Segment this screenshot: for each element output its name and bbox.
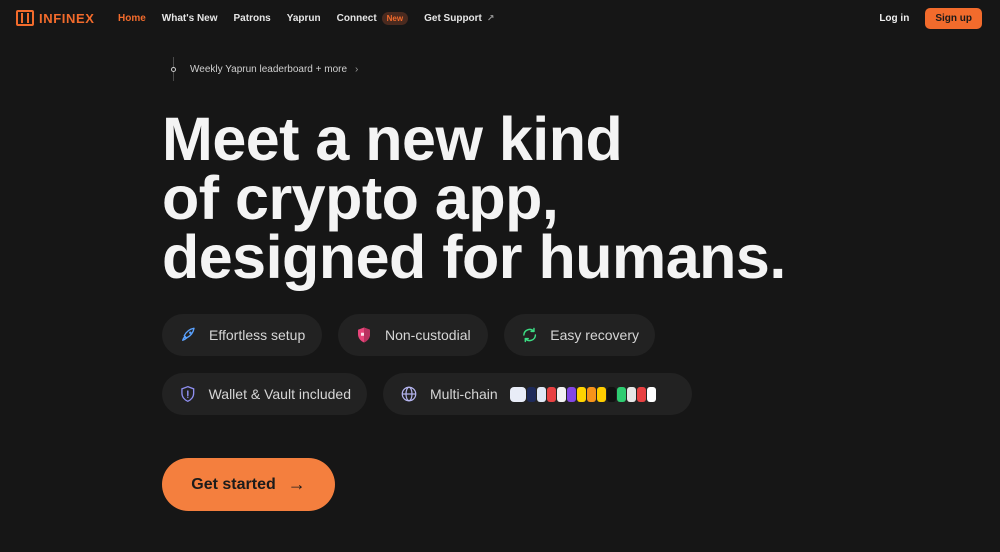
signup-button[interactable]: Sign up: [925, 8, 982, 29]
nav-yaprun-label: Yaprun: [286, 12, 321, 24]
nav-actions: Log in Sign up: [879, 8, 982, 29]
top-nav: INFINEX Home What's New Patrons Yaprun C…: [0, 0, 1000, 36]
feature-non-custodial: Non-custodial: [338, 314, 488, 356]
nav-get-support-label: Get Support: [424, 12, 482, 24]
chain-logo-icon: [616, 386, 626, 402]
hero-line-1: Meet a new kind: [162, 105, 623, 173]
vault-shield-icon: [181, 385, 195, 403]
announcement-text: Weekly Yaprun leaderboard + more: [190, 63, 348, 75]
feature-label: Effortless setup: [209, 327, 306, 343]
chain-logo-icon: [636, 386, 646, 402]
external-link-icon: ↗: [486, 12, 495, 23]
nav-connect[interactable]: Connect New: [336, 11, 409, 25]
chain-logo-icon: [566, 386, 576, 402]
chain-logos: [509, 386, 656, 402]
new-badge: New: [381, 11, 409, 25]
chain-logo-icon: [576, 386, 586, 402]
nav-home-label: Home: [118, 12, 146, 24]
announcement-link[interactable]: Weekly Yaprun leaderboard + more ›: [171, 57, 358, 81]
nav-get-support[interactable]: Get Support ↗: [424, 13, 494, 24]
hero-line-3: designed for humans.: [162, 223, 786, 291]
nav-home[interactable]: Home: [118, 13, 146, 24]
nav-patrons[interactable]: Patrons: [234, 13, 271, 24]
feature-label: Wallet & Vault included: [208, 386, 351, 402]
rocket-icon: [182, 327, 195, 341]
globe-icon: [401, 386, 417, 402]
logo-mark-icon: [16, 10, 34, 26]
brand-logo[interactable]: INFINEX: [16, 10, 94, 26]
chevron-right-icon: ›: [355, 63, 359, 75]
arrow-right-icon: →: [287, 474, 306, 494]
feature-label: Non-custodial: [385, 327, 471, 343]
chain-logo-icon: [596, 386, 606, 402]
main-menu: Home What's New Patrons Yaprun Connect N…: [118, 0, 510, 36]
nav-patrons-label: Patrons: [233, 12, 271, 24]
feature-wallet-vault: Wallet & Vault included: [162, 373, 367, 415]
announcement-dot-icon: [171, 66, 176, 72]
login-link[interactable]: Log in: [879, 13, 909, 24]
chain-logo-icon: [646, 386, 656, 402]
chain-logo-icon: [626, 386, 636, 402]
nav-connect-label: Connect: [336, 12, 377, 24]
chain-logo-icon: [586, 386, 596, 402]
chain-logo-icon: [606, 386, 616, 402]
chain-logo-icon: [526, 386, 536, 402]
feature-effortless-setup: Effortless setup: [162, 314, 322, 356]
get-started-label: Get started: [191, 475, 276, 493]
feature-label: Easy recovery: [550, 327, 639, 343]
feature-label: Multi-chain: [430, 386, 498, 402]
recovery-icon: [523, 327, 537, 343]
chain-logo-icon: [509, 386, 526, 402]
feature-multi-chain: Multi-chain: [383, 373, 692, 415]
nav-whats-new[interactable]: What's New: [162, 13, 218, 24]
nav-yaprun[interactable]: Yaprun: [287, 13, 321, 24]
chain-logo-icon: [536, 386, 546, 402]
feature-easy-recovery: Easy recovery: [504, 314, 655, 356]
nav-whats-new-label: What's New: [161, 12, 218, 24]
chain-logo-icon: [546, 386, 556, 402]
shield-icon: [358, 327, 370, 343]
hero-heading: Meet a new kind of crypto app, designed …: [162, 105, 862, 291]
hero-line-2: of crypto app,: [162, 164, 559, 232]
brand-name: INFINEX: [39, 10, 95, 26]
get-started-button[interactable]: Get started →: [162, 458, 335, 511]
chain-logo-icon: [556, 386, 566, 402]
